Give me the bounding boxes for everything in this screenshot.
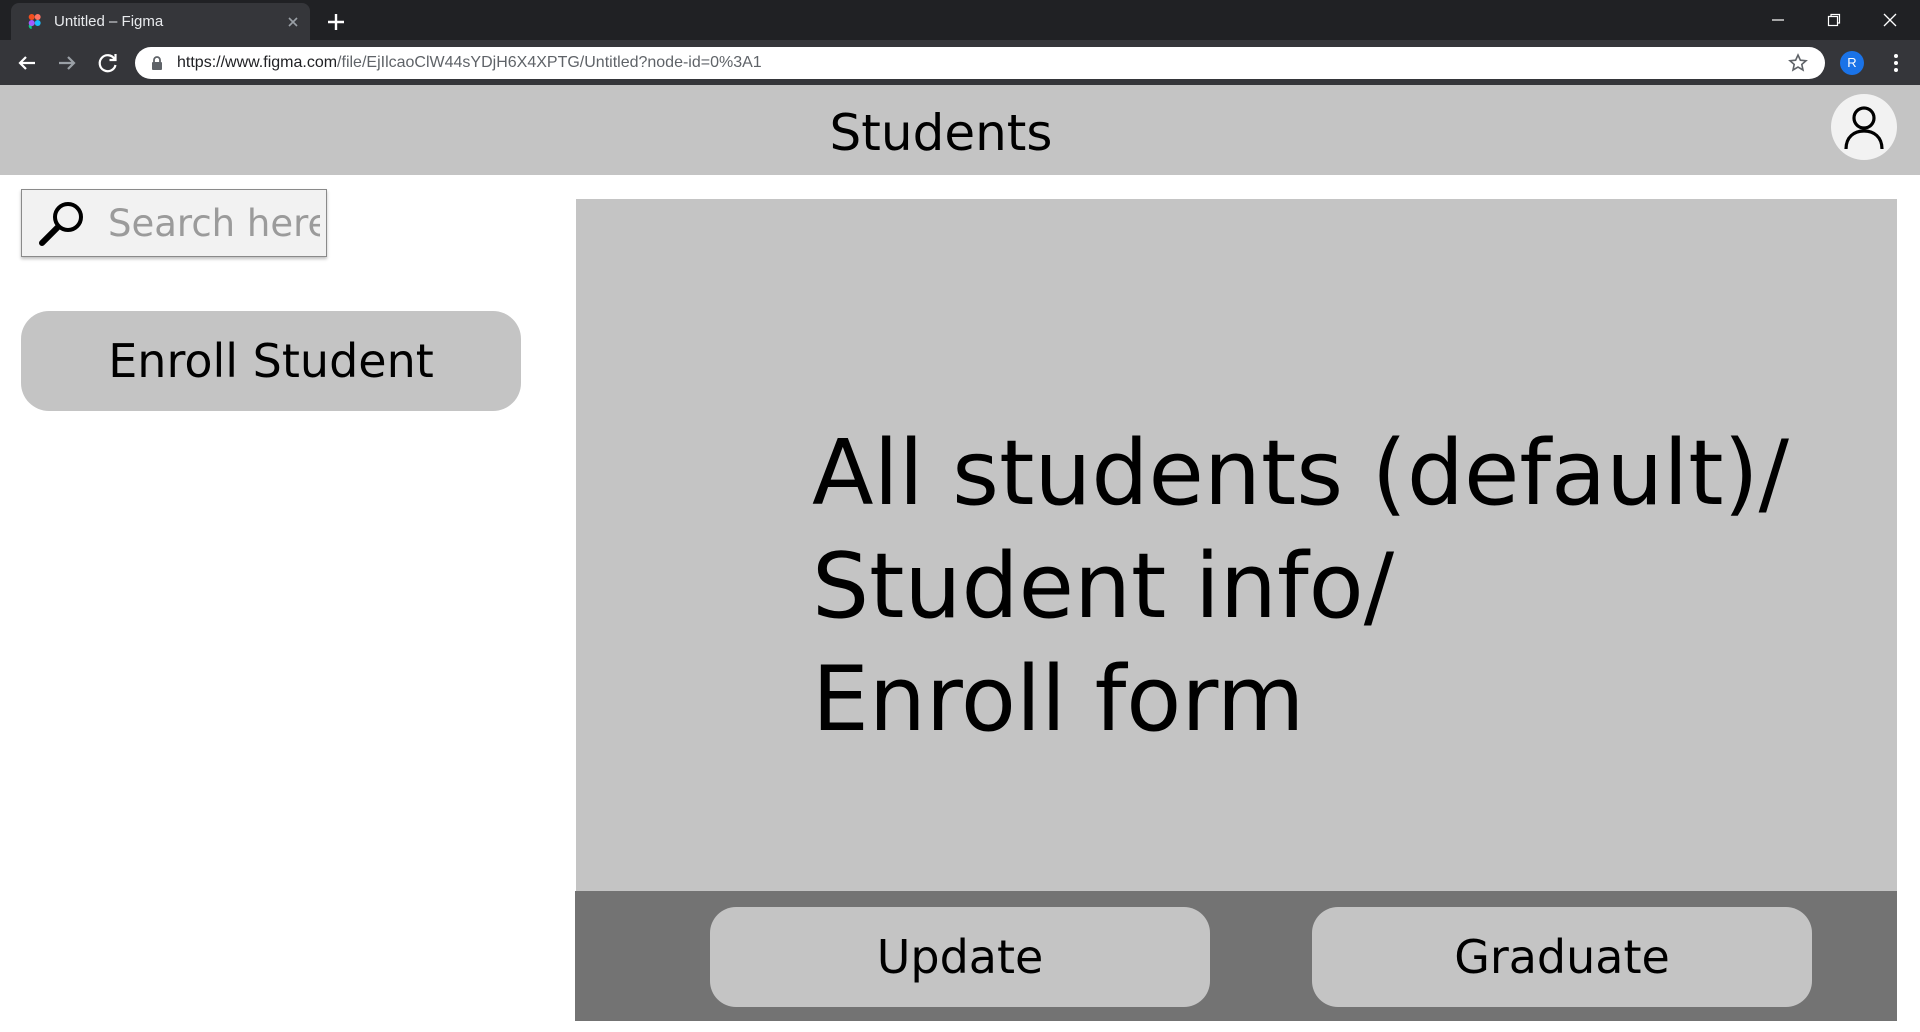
graduate-button[interactable]: Graduate <box>1312 907 1812 1007</box>
lock-icon <box>152 56 162 70</box>
tab-title: Untitled – Figma <box>54 13 164 30</box>
close-window-button[interactable] <box>1862 0 1918 40</box>
user-avatar[interactable] <box>1831 94 1897 160</box>
content-line-enroll-form: Enroll form <box>812 647 1305 752</box>
content-line-student-info: Student info/ <box>812 534 1395 639</box>
reload-icon[interactable] <box>94 49 122 77</box>
browser-tab[interactable]: Untitled – Figma <box>11 3 310 40</box>
close-tab-icon[interactable] <box>286 15 300 29</box>
profile-avatar[interactable]: R <box>1840 51 1864 75</box>
content-panel: All students (default)/ Student info/ En… <box>576 199 1897 891</box>
back-arrow-icon[interactable] <box>13 49 41 77</box>
minimize-icon <box>1772 19 1784 21</box>
search-input[interactable] <box>108 200 320 246</box>
user-icon <box>1844 106 1884 150</box>
close-window-icon <box>1883 13 1897 27</box>
page-header: Students <box>0 85 1920 175</box>
search-icon <box>39 202 83 246</box>
url-path: /file/EjIlcaoClW44sYDjH6X4XPTG/Untitled?… <box>337 54 762 71</box>
more-menu-icon[interactable] <box>1884 51 1908 75</box>
restore-icon <box>1827 13 1841 27</box>
content-placeholder-text: All students (default)/ Student info/ En… <box>812 417 1789 756</box>
search-box[interactable] <box>21 189 327 257</box>
browser-toolbar: https://www.figma.com/file/EjIlcaoClW44s… <box>0 40 1920 85</box>
restore-button[interactable] <box>1806 0 1862 40</box>
page-title: Students <box>829 104 1053 162</box>
enroll-student-button[interactable]: Enroll Student <box>21 311 521 411</box>
action-bar: Update Graduate <box>575 891 1897 1021</box>
figma-icon <box>28 14 41 29</box>
url-text: https://www.figma.com/file/EjIlcaoClW44s… <box>177 54 762 72</box>
address-bar[interactable]: https://www.figma.com/file/EjIlcaoClW44s… <box>135 47 1825 79</box>
content-line-all-students: All students (default)/ <box>812 421 1789 526</box>
update-button[interactable]: Update <box>710 907 1210 1007</box>
new-tab-icon[interactable] <box>322 8 350 36</box>
minimize-button[interactable] <box>1750 0 1806 40</box>
forward-arrow-icon[interactable] <box>53 49 81 77</box>
url-host: https://www.figma.com <box>177 54 338 71</box>
browser-tab-strip: Untitled – Figma <box>0 0 1920 40</box>
bookmark-star-icon[interactable] <box>1788 53 1808 73</box>
